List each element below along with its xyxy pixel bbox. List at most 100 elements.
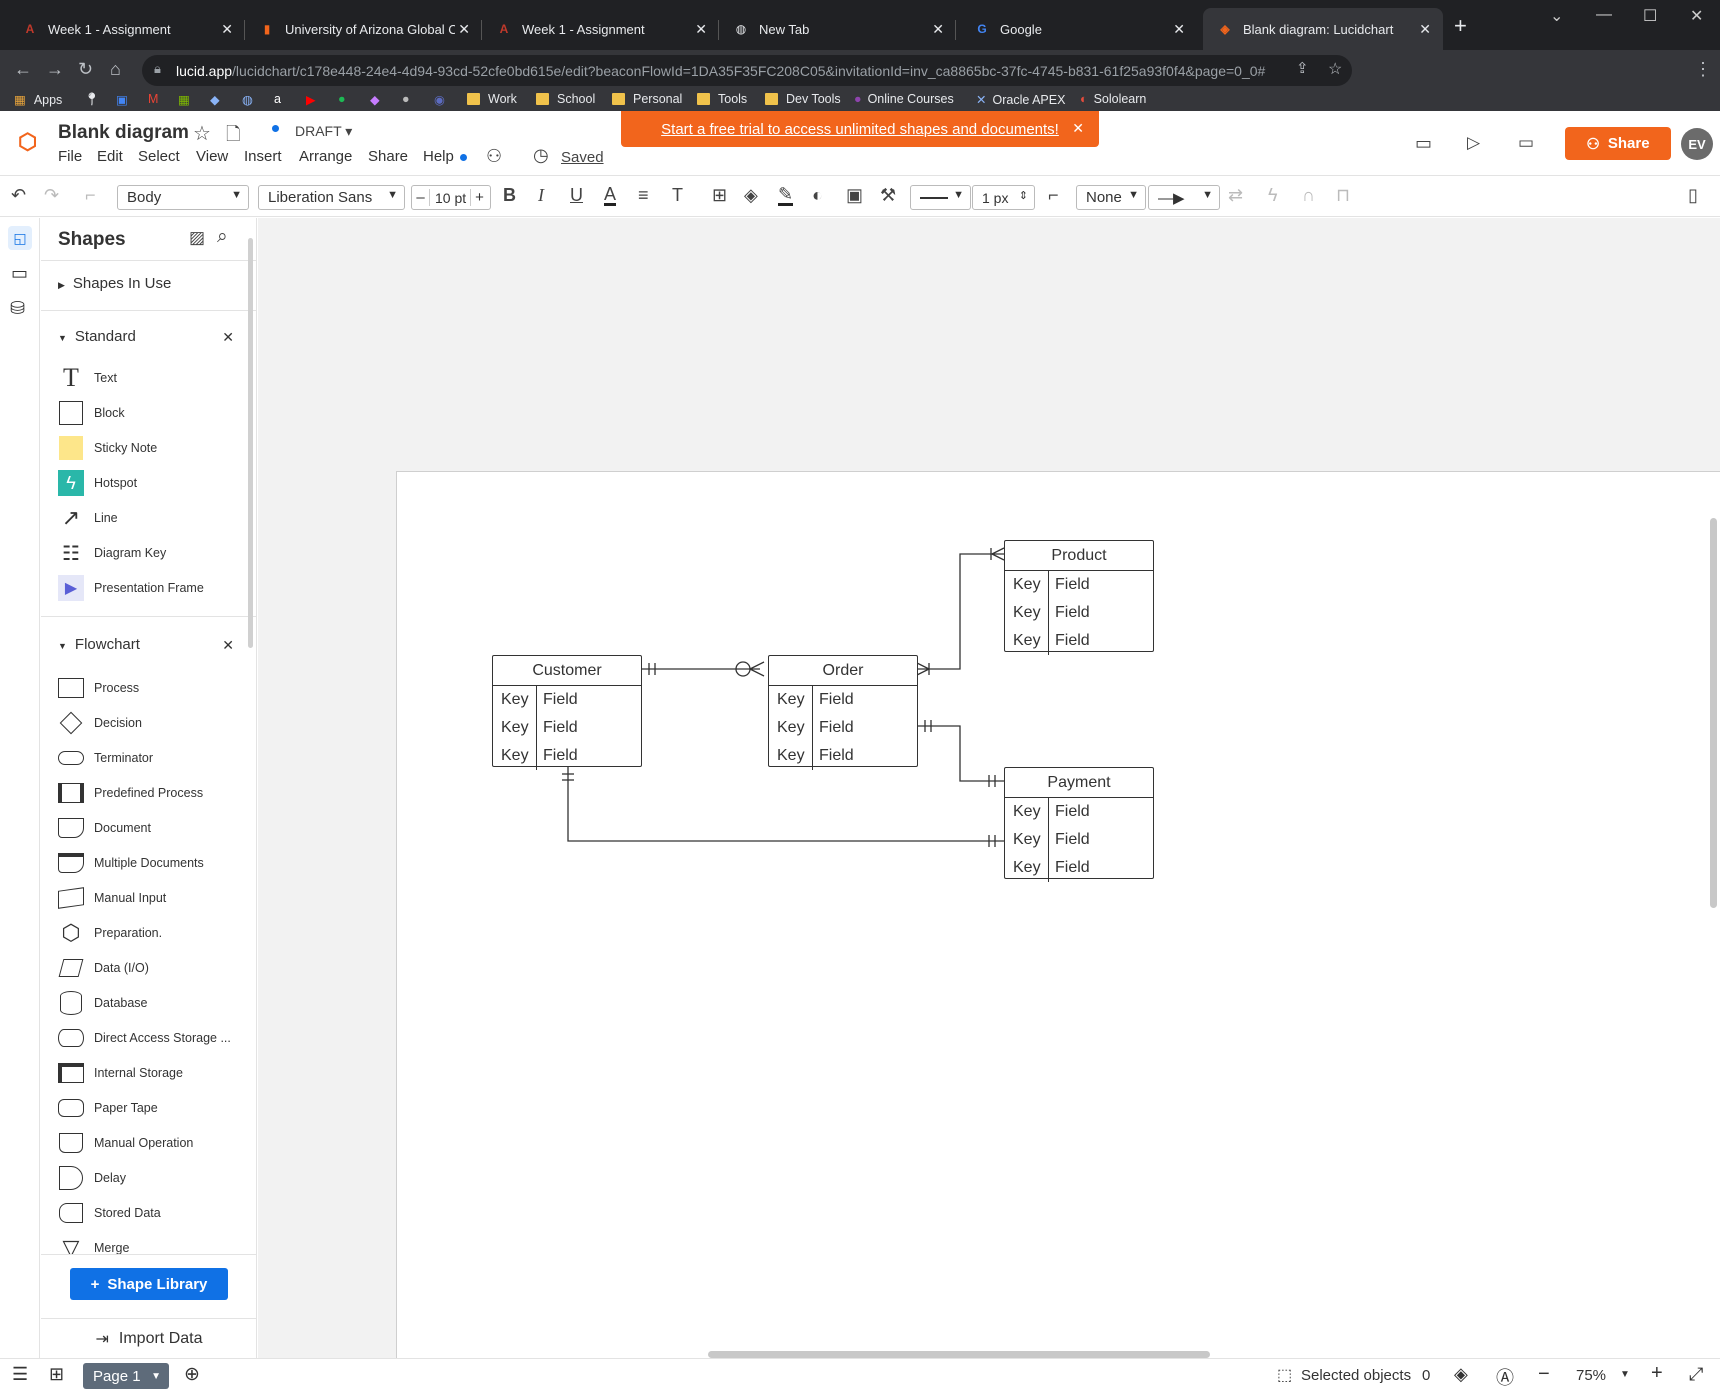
undo-icon[interactable]: ↶	[11, 185, 26, 206]
align-icon[interactable]: ≡	[638, 185, 649, 206]
bold-icon[interactable]: B	[503, 185, 516, 206]
shape-decision[interactable]: Decision	[58, 709, 142, 737]
text-color-icon[interactable]: A	[604, 185, 617, 206]
fullscreen-icon[interactable]: ⤢	[1689, 1364, 1703, 1385]
connector-style-icon[interactable]: ⌐	[1048, 185, 1059, 206]
connector-customer-payment[interactable]	[567, 766, 1004, 842]
entity-payment[interactable]: Payment Key Field Key Field Key Field	[1004, 767, 1154, 882]
browser-tab[interactable]: A Week 1 - Assignment ✕	[8, 8, 245, 50]
page-tab[interactable]: Page 1 ▼	[83, 1363, 169, 1389]
bookmark-folder-tools[interactable]: Tools	[697, 92, 747, 106]
table-row[interactable]: Key Field	[1005, 627, 1153, 655]
shadow-icon[interactable]: ▣	[846, 185, 863, 206]
close-icon[interactable]: ✕	[221, 21, 233, 38]
youtube-icon[interactable]: ▶	[306, 92, 316, 107]
table-row[interactable]: Key Field	[1005, 571, 1153, 599]
shape-direct-access-storage[interactable]: Direct Access Storage ...	[58, 1024, 231, 1052]
redo-icon[interactable]: ↷	[44, 185, 59, 206]
star-icon[interactable]: ☆	[193, 121, 211, 146]
diagram-canvas[interactable]: Customer Key Field Key Field Key Field Orde…	[258, 218, 1720, 1358]
close-icon[interactable]: ✕	[1419, 21, 1431, 38]
table-row[interactable]: Key Field	[1005, 826, 1153, 854]
zoom-level[interactable]: 75%	[1576, 1367, 1606, 1384]
entity-title[interactable]: Customer	[493, 656, 641, 686]
vertical-scrollbar[interactable]	[1710, 518, 1717, 908]
new-tab-button[interactable]: +	[1454, 13, 1467, 39]
line-color-icon[interactable]: ✎	[778, 185, 794, 206]
menu-view[interactable]: View	[196, 148, 228, 165]
lightning-icon[interactable]: ϟ	[1268, 185, 1278, 206]
minimize-button[interactable]: —	[1596, 6, 1612, 24]
shape-box-icon[interactable]: ⊞	[712, 185, 727, 206]
table-row[interactable]: Key Field	[493, 742, 641, 770]
shape-presentation-frame[interactable]: ▶ Presentation Frame	[58, 574, 204, 602]
magic-wand-icon[interactable]: ⚒	[880, 185, 896, 206]
table-row[interactable]: Key Field	[1005, 798, 1153, 826]
entity-product[interactable]: Product Key Field Key Field Key Field	[1004, 540, 1154, 655]
shape-manual-operation[interactable]: Manual Operation	[58, 1129, 193, 1157]
style-select[interactable]: Body ▼	[117, 185, 249, 210]
close-icon[interactable]: ✕	[222, 637, 234, 654]
shape-data-io[interactable]: Data (I/O)	[58, 954, 149, 982]
shape-line[interactable]: ↗ Line	[58, 504, 118, 532]
layers-icon[interactable]: ◈	[1454, 1364, 1468, 1385]
menu-share[interactable]: Share	[368, 148, 408, 165]
reload-button[interactable]: ↻	[78, 59, 93, 80]
table-row[interactable]: Key Field	[493, 686, 641, 714]
draft-status[interactable]: DRAFT ▾	[295, 123, 352, 140]
search-icon[interactable]: ⌕	[217, 226, 228, 248]
horizontal-scrollbar[interactable]	[708, 1351, 1210, 1358]
menu-edit[interactable]: Edit	[97, 148, 123, 165]
bookmark-folder-dev-tools[interactable]: Dev Tools	[765, 92, 841, 106]
windows-icon[interactable]: ▦	[178, 92, 190, 107]
table-row[interactable]: Key Field	[769, 742, 917, 770]
shape-preparation[interactable]: ⬡ Preparation.	[58, 919, 162, 947]
share-page-icon[interactable]: ⇪	[1296, 59, 1309, 77]
shape-multiple-documents[interactable]: Multiple Documents	[58, 849, 204, 877]
table-row[interactable]: Key Field	[769, 686, 917, 714]
shape-process[interactable]: Process	[58, 674, 139, 702]
forward-button[interactable]: →	[46, 59, 64, 80]
url-input[interactable]: 🔒︎ lucid.app/lucidchart/c178e448-24e4-4d…	[142, 55, 1352, 86]
browser-tab[interactable]: G Google ✕	[960, 8, 1197, 50]
shapes-icon[interactable]: ◱	[8, 226, 32, 250]
entity-order[interactable]: Order Key Field Key Field Key Field	[768, 655, 918, 770]
close-icon[interactable]: ✕	[695, 21, 707, 38]
bookmark-folder-work[interactable]: Work	[467, 92, 517, 106]
add-page-icon[interactable]: ⊕	[184, 1363, 200, 1386]
shape-hotspot[interactable]: ϟ Hotspot	[58, 469, 137, 497]
shape-document[interactable]: Document	[58, 814, 151, 842]
font-size-stepper[interactable]: – 10 pt +	[411, 185, 491, 210]
entity-title[interactable]: Payment	[1005, 768, 1153, 798]
browser-tab[interactable]: ◍ New Tab ✕	[719, 8, 956, 50]
pages-icon[interactable]: ▭	[11, 263, 28, 284]
table-row[interactable]: Key Field	[769, 714, 917, 742]
underline-icon[interactable]: U	[570, 185, 583, 206]
connector-order-payment[interactable]	[917, 725, 1004, 782]
bookmark-icon[interactable]: ◆	[370, 92, 380, 107]
shape-stored-data[interactable]: Stored Data	[58, 1199, 161, 1227]
bookmark-folder-school[interactable]: School	[536, 92, 595, 106]
trial-banner-text[interactable]: Start a free trial to access unlimited s…	[661, 121, 1059, 138]
shape-paper-tape[interactable]: Paper Tape	[58, 1094, 158, 1122]
saved-status[interactable]: Saved	[561, 149, 604, 166]
close-icon[interactable]: ✕	[932, 21, 944, 38]
close-icon[interactable]: ✕	[1173, 21, 1185, 38]
browser-tab-active[interactable]: ◈ Blank diagram: Lucidchart ✕	[1203, 8, 1443, 50]
format-painter-icon[interactable]: ⌐	[85, 185, 96, 206]
zoom-in-button[interactable]: +	[1651, 1362, 1663, 1385]
maximize-button[interactable]: ☐	[1643, 6, 1657, 26]
spotify-icon[interactable]: ●	[338, 92, 346, 106]
video-icon[interactable]: ▭	[1518, 133, 1534, 153]
gmail-icon[interactable]: M	[148, 92, 158, 106]
avatar[interactable]: EV	[1681, 128, 1713, 160]
line-style-select[interactable]: ▼	[910, 185, 971, 210]
browser-tab[interactable]: ▮ University of Arizona Global Cam ✕	[245, 8, 482, 50]
opacity-icon[interactable]: ◐	[812, 185, 823, 206]
entity-title[interactable]: Order	[769, 656, 917, 686]
bookmark-icon[interactable]: ◉	[434, 92, 445, 107]
table-row[interactable]: Key Field	[1005, 854, 1153, 882]
comment-icon[interactable]: ▭	[1415, 133, 1432, 154]
magnet-icon[interactable]: ∩	[1302, 185, 1315, 206]
import-data-button[interactable]: ⇥ Import Data	[41, 1318, 256, 1358]
